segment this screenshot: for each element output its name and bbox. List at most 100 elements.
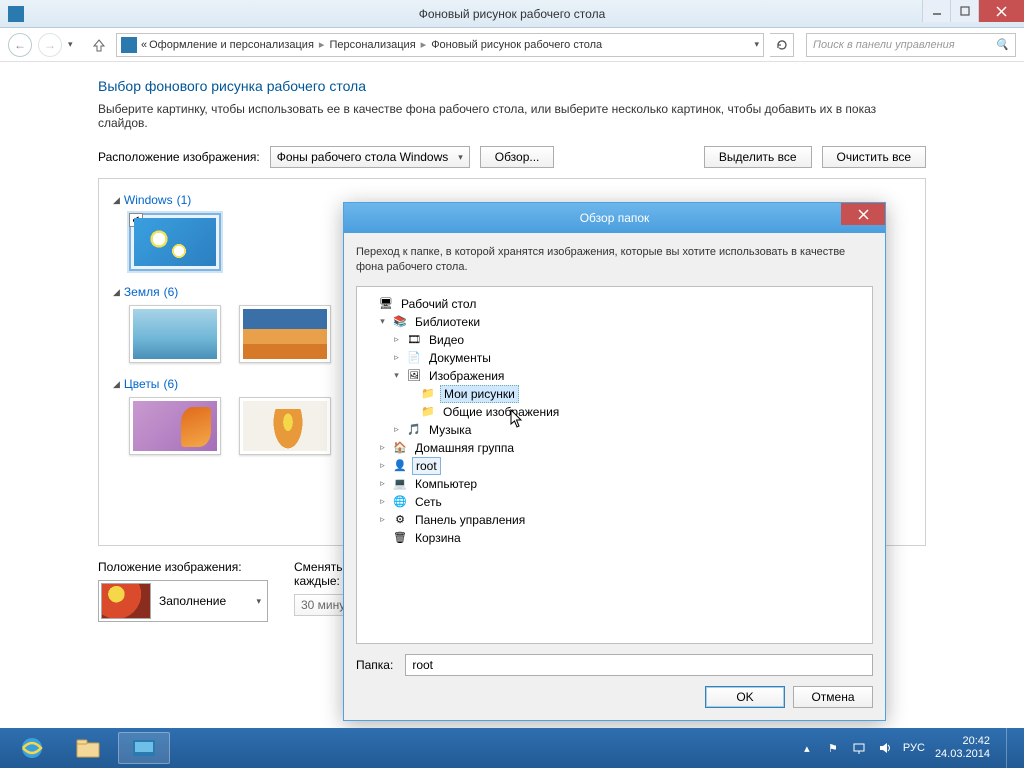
breadcrumb-prefix: « xyxy=(141,39,147,51)
search-icon: 🔍 xyxy=(995,38,1009,51)
tree-item[interactable]: ▹ 🌐Сеть xyxy=(377,493,866,511)
position-label: Положение изображения: xyxy=(98,560,268,574)
dialog-titlebar: Обзор папок xyxy=(344,203,885,233)
window-title: Фоновый рисунок рабочего стола xyxy=(419,7,606,21)
tree-label: Сеть xyxy=(412,494,445,510)
cancel-button[interactable]: Отмена xyxy=(793,686,873,708)
refresh-button[interactable] xyxy=(770,33,794,57)
ok-button[interactable]: OK xyxy=(705,686,785,708)
close-button[interactable] xyxy=(978,0,1024,22)
tree-label: Изображения xyxy=(426,368,507,384)
dialog-title: Обзор папок xyxy=(580,211,650,225)
tree-label: Музыка xyxy=(426,422,474,438)
history-dropdown[interactable]: ▾ xyxy=(68,39,82,50)
location-dropdown[interactable]: Фоны рабочего стола Windows xyxy=(270,146,470,168)
tree-label: Мои рисунки xyxy=(440,385,519,403)
action-center-icon[interactable]: ⚑ xyxy=(825,740,841,756)
tree-label: Библиотеки xyxy=(412,314,483,330)
tree-item[interactable]: ▹🎞Видео xyxy=(391,331,866,349)
wallpaper-thumb[interactable] xyxy=(239,397,331,455)
pic-icon: 🖼 xyxy=(406,368,422,384)
tree-item[interactable]: ▹🎵Музыка xyxy=(391,421,866,439)
taskbar-explorer[interactable] xyxy=(62,732,114,764)
expand-icon[interactable]: ▹ xyxy=(391,424,402,435)
taskbar-control-panel[interactable] xyxy=(118,732,170,764)
wallpaper-thumb[interactable] xyxy=(129,397,221,455)
taskbar-clock[interactable]: 20:42 24.03.2014 xyxy=(935,735,990,761)
position-dropdown[interactable]: Заполнение xyxy=(98,580,268,622)
tree-item[interactable]: ▹ 🏠Домашняя группа xyxy=(377,439,866,457)
browse-button[interactable]: Обзор... xyxy=(480,146,555,168)
forward-button[interactable]: → xyxy=(38,33,62,57)
search-placeholder: Поиск в панели управления xyxy=(813,39,955,51)
tree-label: Домашняя группа xyxy=(412,440,517,456)
expand-icon[interactable]: ▾ xyxy=(377,316,388,327)
expand-icon[interactable]: ▹ xyxy=(377,478,388,489)
clear-all-button[interactable]: Очистить все xyxy=(822,146,926,168)
minimize-button[interactable] xyxy=(922,0,950,22)
tree-label: Рабочий стол xyxy=(398,296,479,312)
wallpaper-thumb[interactable]: ✔ xyxy=(129,213,221,271)
breadcrumb-item[interactable]: Персонализация xyxy=(329,39,415,51)
tree-item[interactable]: ▹ 📄Документы xyxy=(391,349,866,367)
doc-icon: 📄 xyxy=(406,350,422,366)
pc-icon: 💻 xyxy=(392,476,408,492)
up-button[interactable] xyxy=(88,34,110,56)
breadcrumb-item[interactable]: Фоновый рисунок рабочего стола xyxy=(431,39,602,51)
tree-item[interactable]: 🗑Корзина xyxy=(377,529,866,547)
page-title: Выбор фонового рисунка рабочего стола xyxy=(98,78,926,94)
dialog-close-button[interactable] xyxy=(841,203,885,225)
folder-icon: 📁 xyxy=(420,404,436,420)
back-button[interactable]: ← xyxy=(8,33,32,57)
category-count: (6) xyxy=(164,285,179,299)
category-count: (1) xyxy=(177,193,192,207)
page-description: Выберите картинку, чтобы использовать ее… xyxy=(98,102,926,130)
expand-icon[interactable]: ▹ xyxy=(391,352,402,363)
expand-icon[interactable]: ▹ xyxy=(391,334,402,345)
wallpaper-thumb[interactable] xyxy=(129,305,221,363)
tree-item[interactable]: ▾ 📚Библиотеки xyxy=(377,313,866,331)
chevron-down-icon[interactable]: ▾ xyxy=(754,39,759,50)
location-label: Расположение изображения: xyxy=(98,150,260,164)
select-all-button[interactable]: Выделить все xyxy=(704,146,812,168)
lib-icon: 📚 xyxy=(392,314,408,330)
show-desktop-button[interactable] xyxy=(1006,728,1014,768)
expand-icon[interactable]: ▹ xyxy=(377,442,388,453)
tree-label: Документы xyxy=(426,350,494,366)
cpl-icon: ⚙ xyxy=(392,512,408,528)
tree-item[interactable]: ▾ 🖼Изображения xyxy=(391,367,866,385)
category-name: Земля xyxy=(124,285,160,299)
category-name: Windows xyxy=(124,193,173,207)
wallpaper-thumb[interactable] xyxy=(239,305,331,363)
search-input[interactable]: Поиск в панели управления 🔍 xyxy=(806,33,1016,57)
tree-item[interactable]: ▹💻Компьютер xyxy=(377,475,866,493)
expand-icon[interactable]: ▹ xyxy=(377,514,388,525)
tree-item[interactable]: 📁Мои рисунки xyxy=(405,385,866,403)
folder-input[interactable] xyxy=(405,654,873,676)
tree-item[interactable]: 📁Общие изображения xyxy=(405,403,866,421)
tree-item[interactable]: ▹👤root xyxy=(377,457,866,475)
home-icon: 🏠 xyxy=(392,440,408,456)
volume-icon[interactable] xyxy=(877,740,893,756)
tree-item[interactable]: 🖥Рабочий стол xyxy=(363,295,866,313)
tree-label: Панель управления xyxy=(412,512,528,528)
system-tray: ▴ ⚑ РУС 20:42 24.03.2014 xyxy=(799,728,1018,768)
maximize-button[interactable] xyxy=(950,0,978,22)
taskbar-date: 24.03.2014 xyxy=(935,748,990,761)
tree-item[interactable]: ▹ ⚙Панель управления xyxy=(377,511,866,529)
expand-icon[interactable]: ▹ xyxy=(377,496,388,507)
toolbar: ← → ▾ « Оформление и персонализация ▸ Пе… xyxy=(0,28,1024,62)
breadcrumb-item[interactable]: Оформление и персонализация xyxy=(149,39,314,51)
expand-icon[interactable]: ▾ xyxy=(391,370,402,381)
language-indicator[interactable]: РУС xyxy=(903,742,925,754)
taskbar-ie[interactable] xyxy=(6,732,58,764)
position-value: Заполнение xyxy=(159,594,226,608)
expand-icon[interactable]: ▹ xyxy=(377,460,388,471)
browse-folders-dialog: Обзор папок Переход к папке, в которой х… xyxy=(343,202,886,721)
network-icon[interactable] xyxy=(851,740,867,756)
tray-up-icon[interactable]: ▴ xyxy=(799,740,815,756)
net-icon: 🌐 xyxy=(392,494,408,510)
breadcrumb[interactable]: « Оформление и персонализация ▸ Персонал… xyxy=(116,33,764,57)
dialog-description: Переход к папке, в которой хранятся изоб… xyxy=(356,245,873,276)
folder-tree[interactable]: 🖥Рабочий стол▾📚Библиотеки▹🎞Видео▹📄Докуме… xyxy=(356,286,873,644)
